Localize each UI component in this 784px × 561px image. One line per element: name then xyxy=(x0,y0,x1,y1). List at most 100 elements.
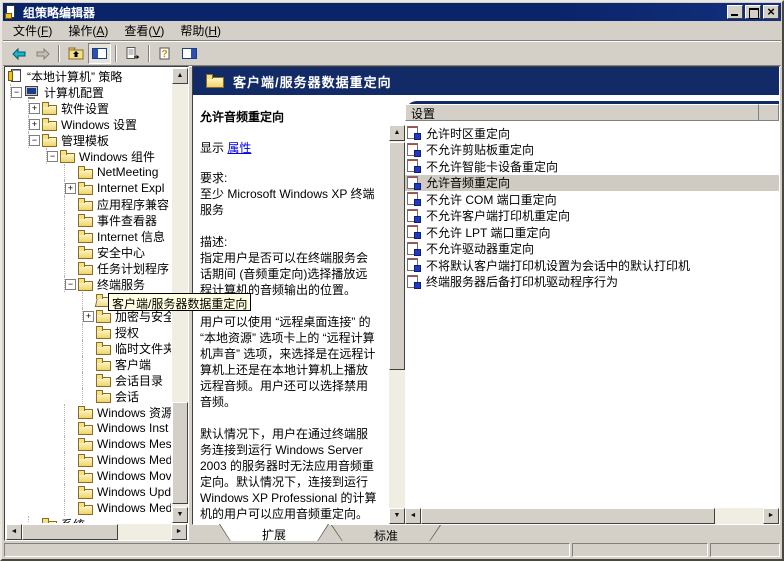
tree-item[interactable]: 系统 xyxy=(6,516,171,523)
empty-column-header[interactable] xyxy=(759,104,779,121)
scroll-right-button[interactable]: ► xyxy=(763,508,779,524)
tree-item[interactable]: Windows 资源 xyxy=(6,404,171,420)
folder-icon xyxy=(78,262,93,275)
back-button[interactable] xyxy=(7,43,30,64)
up-folder-icon xyxy=(68,47,84,60)
scroll-thumb[interactable] xyxy=(421,508,715,524)
tree-item[interactable]: 客户端 xyxy=(6,356,171,372)
collapse-icon[interactable]: − xyxy=(29,135,40,146)
scroll-thumb[interactable] xyxy=(389,142,405,370)
tree-item[interactable]: 会话 xyxy=(6,388,171,404)
tree-item[interactable]: −Windows 组件 xyxy=(6,148,171,164)
tree-indent xyxy=(6,388,83,404)
setting-row[interactable]: 不允许剪贴板重定向 xyxy=(405,142,779,159)
toolbar-separator xyxy=(148,45,150,62)
scroll-up-button[interactable]: ▲ xyxy=(172,68,188,84)
tree-item[interactable]: +软件设置 xyxy=(6,100,171,116)
scroll-down-button[interactable]: ▼ xyxy=(172,507,188,523)
expand-icon[interactable]: + xyxy=(29,103,40,114)
setting-row[interactable]: 不允许 LPT 端口重定向 xyxy=(405,224,779,241)
expand-icon[interactable]: + xyxy=(65,183,76,194)
tree-item-label: Windows Movi xyxy=(97,469,171,483)
scroll-up-button[interactable]: ▲ xyxy=(389,125,405,141)
collapse-icon[interactable]: − xyxy=(65,279,76,290)
scroll-thumb[interactable] xyxy=(22,524,118,540)
tree-item-label: 客户端 xyxy=(115,356,151,373)
folder-icon xyxy=(96,390,111,403)
tree-item[interactable]: −终端服务 xyxy=(6,276,171,292)
properties-link[interactable]: 属性 xyxy=(227,141,251,155)
tree-item[interactable]: +Windows 设置 xyxy=(6,116,171,132)
folder-icon xyxy=(96,310,111,323)
tree-item[interactable]: “本地计算机” 策略 xyxy=(6,68,171,84)
minimize-button[interactable] xyxy=(727,5,743,19)
tree-item[interactable]: 任务计划程序 xyxy=(6,260,171,276)
tree-indent xyxy=(6,196,65,212)
tree-item[interactable]: 临时文件夹 xyxy=(6,340,171,356)
tree-item[interactable]: Windows Inst xyxy=(6,420,171,436)
collapse-icon[interactable]: − xyxy=(11,87,22,98)
tree-horizontal-scrollbar[interactable]: ◄ ► xyxy=(6,524,187,540)
setting-row[interactable]: 不允许 COM 端口重定向 xyxy=(405,191,779,208)
toolbar-separator xyxy=(58,45,60,62)
tree-item[interactable]: 授权 xyxy=(6,324,171,340)
show-hide-action-pane-button[interactable] xyxy=(178,43,201,64)
up-one-level-button[interactable] xyxy=(64,43,87,64)
scroll-thumb[interactable] xyxy=(172,402,188,504)
tree-item[interactable]: 事件查看器 xyxy=(6,212,171,228)
setting-row[interactable]: 终端服务器后备打印机驱动程序行为 xyxy=(405,274,779,291)
setting-row[interactable]: 允许音频重定向 xyxy=(405,175,779,192)
tree-item[interactable]: 应用程序兼容 xyxy=(6,196,171,212)
close-button[interactable] xyxy=(763,5,779,19)
tree-item[interactable]: Windows Upda xyxy=(6,484,171,500)
tree-item[interactable]: Windows Medi xyxy=(6,452,171,468)
folder-icon xyxy=(78,486,93,499)
forward-button[interactable] xyxy=(31,43,54,64)
policy-setting-icon xyxy=(407,176,421,190)
tree-indent xyxy=(6,452,65,468)
menu-item[interactable]: 查看(V) xyxy=(116,20,172,41)
results-pane: 客户端/服务器数据重定向 允许音频重定向 显示 属性 要求: 至少 Micros… xyxy=(192,66,780,525)
setting-row[interactable]: 允许时区重定向 xyxy=(405,125,779,142)
setting-row[interactable]: 不将默认客户端打印机设置为会话中的默认打印机 xyxy=(405,257,779,274)
scroll-left-button[interactable]: ◄ xyxy=(6,524,22,540)
scroll-left-button[interactable]: ◄ xyxy=(405,508,421,524)
collapse-icon[interactable]: − xyxy=(47,151,58,162)
status-pane xyxy=(710,543,780,557)
tree-item[interactable]: +Internet Expl xyxy=(6,180,171,196)
expand-icon[interactable]: + xyxy=(83,311,94,322)
policy-setting-icon xyxy=(407,143,421,157)
tree-indent xyxy=(6,244,65,260)
scroll-down-button[interactable]: ▼ xyxy=(389,508,405,524)
tree-item-label: NetMeeting xyxy=(97,165,158,179)
menu-item[interactable]: 操作(A) xyxy=(60,20,116,41)
menu-item[interactable]: 文件(F) xyxy=(5,20,60,41)
tree-item[interactable]: Windows Medi xyxy=(6,500,171,516)
tree-item[interactable]: 会话目录 xyxy=(6,372,171,388)
setting-row[interactable]: 不允许客户端打印机重定向 xyxy=(405,208,779,225)
show-hide-console-tree-button[interactable] xyxy=(88,43,111,64)
tree-item[interactable]: −管理模板 xyxy=(6,132,171,148)
tree-item[interactable]: Internet 信息 xyxy=(6,228,171,244)
tree-item[interactable]: 安全中心 xyxy=(6,244,171,260)
tree-indent xyxy=(6,516,29,523)
setting-row[interactable]: 不允许驱动器重定向 xyxy=(405,241,779,258)
maximize-button[interactable] xyxy=(745,5,761,19)
list-horizontal-scrollbar[interactable]: ◄ ► xyxy=(405,508,779,524)
toolbar: ? xyxy=(3,42,781,66)
setting-row[interactable]: 不允许智能卡设备重定向 xyxy=(405,158,779,175)
export-list-button[interactable] xyxy=(121,43,144,64)
tree-item[interactable]: Windows Movi xyxy=(6,468,171,484)
help-button[interactable]: ? xyxy=(154,43,177,64)
expand-icon[interactable]: + xyxy=(29,119,40,130)
tree-item[interactable]: −计算机配置 xyxy=(6,84,171,100)
folder-icon xyxy=(78,422,93,435)
description-vertical-scrollbar[interactable]: ▲ ▼ xyxy=(389,125,405,524)
scroll-right-button[interactable]: ► xyxy=(171,524,187,540)
tree-item[interactable]: NetMeeting xyxy=(6,164,171,180)
tree-indent xyxy=(6,404,65,420)
tree-item-label: Windows Medi xyxy=(97,501,171,515)
menu-item[interactable]: 帮助(H) xyxy=(172,20,229,41)
settings-column-header[interactable]: 设置 xyxy=(405,104,759,121)
tree-item[interactable]: Windows Mess xyxy=(6,436,171,452)
